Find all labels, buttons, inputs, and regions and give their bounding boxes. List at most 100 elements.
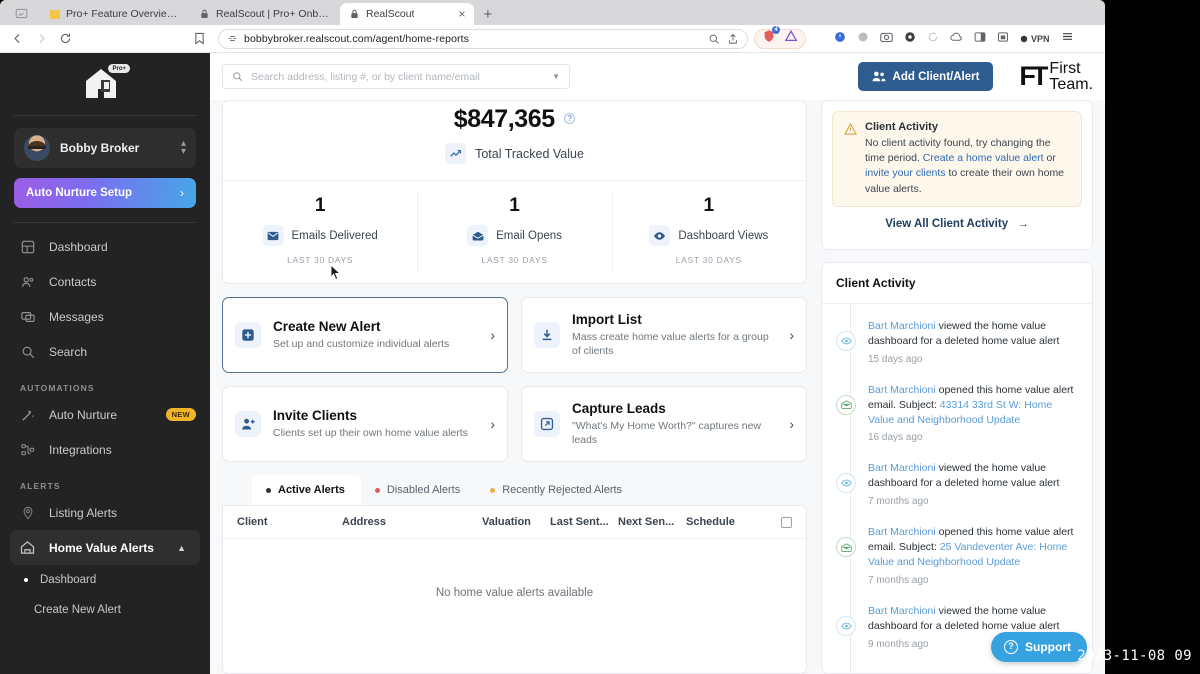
gear-extension-icon[interactable] [904,30,916,48]
list-item[interactable]: Bart Marchioni opened this home value al… [822,374,1092,453]
sidebar-item-search[interactable]: Search [0,334,210,369]
shield-extension-icon[interactable]: 4 [762,26,780,48]
browser-menu-icon[interactable] [1061,30,1074,48]
support-button[interactable]: ? Support [991,632,1087,662]
split-view-icon[interactable] [974,30,986,48]
contacts-icon [20,275,35,289]
sidebar-subitem-dashboard[interactable]: Dashboard [0,565,210,595]
sidebar-item-integrations[interactable]: Integrations [0,432,210,467]
sidebar-item-label: Dashboard [49,239,108,254]
auto-nurture-setup-button[interactable]: Auto Nurture Setup › [14,178,196,208]
overlay-timestamp: 2023-11-08 09 [1077,648,1192,664]
activity-name[interactable]: Bart Marchioni [868,605,936,617]
user-card[interactable]: Bobby Broker ▴ ▾ [14,128,196,168]
add-client-alert-label: Add Client/Alert [892,70,980,83]
tab-active-alerts[interactable]: Active Alerts [252,475,361,505]
column-header-next-sent[interactable]: Next Sen... [618,516,686,528]
sidebar-item-dashboard[interactable]: Dashboard [0,229,210,264]
column-header-schedule[interactable]: Schedule [686,516,781,528]
share-icon[interactable] [727,33,739,45]
globe-extension-icon[interactable] [857,30,869,48]
reload-icon[interactable] [54,28,76,50]
sync-extension-icon[interactable] [927,30,939,48]
eye-icon [649,225,671,246]
zoom-icon[interactable] [708,33,720,45]
column-header-address[interactable]: Address [342,516,482,528]
list-item[interactable]: Bart Marchioni viewed the home value das… [822,310,1092,374]
column-header-client[interactable]: Client [237,516,342,528]
first-team-line1: First [1049,59,1081,77]
list-item[interactable]: Bart Marchioni opened this home value al… [822,516,1092,595]
sidebar-subitem-label: Dashboard [40,574,97,586]
stat-label: Dashboard Views [678,229,769,242]
browser-tab-strip: Pro+ Feature Overview - Google S RealSco… [0,0,1105,25]
browser-tab-1[interactable]: RealScout | Pro+ Onboarding [190,3,340,25]
column-header-valuation[interactable]: Valuation [482,516,550,528]
triangle-extension-icon[interactable] [784,29,798,48]
stat-value: 1 [703,195,715,216]
sidebar-item-contacts[interactable]: Contacts [0,264,210,299]
sidebar-item-listing-alerts[interactable]: Listing Alerts [0,495,210,530]
app-logo[interactable]: Pro+ [0,53,210,115]
sidebar-subitem-create-new-alert[interactable]: Create New Alert [0,595,210,625]
sidebar-item-label: Listing Alerts [49,505,118,520]
left-column: $847,365 ? Total Tracked Value 1 Emails … [222,100,807,674]
stat-value: 1 [509,195,520,216]
sidebar: Pro+ Bobby Broker ▴ ▾ Auto Nurture Setup … [0,53,210,674]
close-icon[interactable]: × [458,7,465,21]
extensions-group[interactable]: 4 [754,26,806,49]
activity-name[interactable]: Bart Marchioni [868,384,936,396]
tile-invite-clients[interactable]: Invite Clients Clients set up their own … [222,386,508,462]
clock-extension-icon[interactable] [834,30,846,48]
stat-email-opens: 1 Email Opens LAST 30 DAYS [417,181,611,283]
tile-create-new-alert[interactable]: Create New Alert Set up and customize in… [222,297,508,373]
stat-period: LAST 30 DAYS [675,255,742,265]
create-home-value-alert-link[interactable]: Create a home value alert [923,152,1044,164]
chevron-up-icon[interactable]: ▲ [177,543,186,553]
browser-tab-0[interactable]: Pro+ Feature Overview - Google S [40,3,190,25]
envelope-open-icon [467,225,489,246]
search-input[interactable]: Search address, listing #, or by client … [222,64,570,89]
new-tab-button[interactable]: + [474,6,501,25]
list-item[interactable]: Bart Marchioni viewed the home value das… [822,452,1092,516]
activity-name[interactable]: Bart Marchioni [868,320,936,332]
tab-recently-rejected-alerts[interactable]: Recently Rejected Alerts [476,475,638,505]
eye-icon [836,615,856,636]
status-dot-icon [266,487,271,493]
user-name: Bobby Broker [60,141,140,155]
activity-name[interactable]: Bart Marchioni [868,526,936,538]
camera-extension-icon[interactable] [880,30,893,48]
forward-icon[interactable] [30,28,52,50]
column-header-last-sent[interactable]: Last Sent... [550,516,618,528]
sidebar-item-auto-nurture[interactable]: Auto Nurture NEW [0,397,210,432]
sidebar-item-messages[interactable]: Messages [0,299,210,334]
tile-title: Invite Clients [273,407,358,423]
client-activity-list[interactable]: Bart Marchioni viewed the home value das… [822,303,1092,673]
envelope-closed-icon [262,225,284,246]
chevron-updown-icon[interactable]: ▴ ▾ [181,138,186,157]
browser-tab-2-active[interactable]: RealScout × [340,3,475,25]
view-all-client-activity-button[interactable]: View All Client Activity → [832,207,1082,239]
stat-label: Emails Delivered [291,229,378,242]
activity-name[interactable]: Bart Marchioni [868,462,936,474]
tile-import-list[interactable]: Import List Mass create home value alert… [521,297,807,373]
chevron-down-icon[interactable]: ▼ [552,72,560,81]
tile-capture-leads[interactable]: Capture Leads "What's My Home Worth?" ca… [521,386,807,462]
info-icon[interactable]: ? [564,113,576,124]
tab-search-icon[interactable] [10,4,32,22]
tab-disabled-alerts[interactable]: Disabled Alerts [361,475,476,505]
add-client-alert-button[interactable]: Add Client/Alert [857,62,994,91]
bookmark-icon[interactable] [188,28,210,50]
question-mark-icon: ? [1004,640,1018,654]
stat-emails-delivered: 1 Emails Delivered LAST 30 DAYS [223,181,417,283]
back-icon[interactable] [6,28,28,50]
invite-your-clients-link[interactable]: invite your clients [865,167,946,179]
select-all-checkbox[interactable] [781,516,792,528]
vpn-indicator[interactable]: VPN [1020,34,1050,44]
envelope-open-icon [836,537,856,558]
cloud-extension-icon[interactable] [950,30,963,48]
screenshot-extension-icon[interactable] [997,30,1009,48]
client-activity-notice: Client Activity No client activity found… [832,111,1082,207]
address-bar[interactable]: bobbybroker.realscout.com/agent/home-rep… [218,28,748,49]
sidebar-item-home-value-alerts[interactable]: Home Value Alerts ▲ [10,530,200,565]
